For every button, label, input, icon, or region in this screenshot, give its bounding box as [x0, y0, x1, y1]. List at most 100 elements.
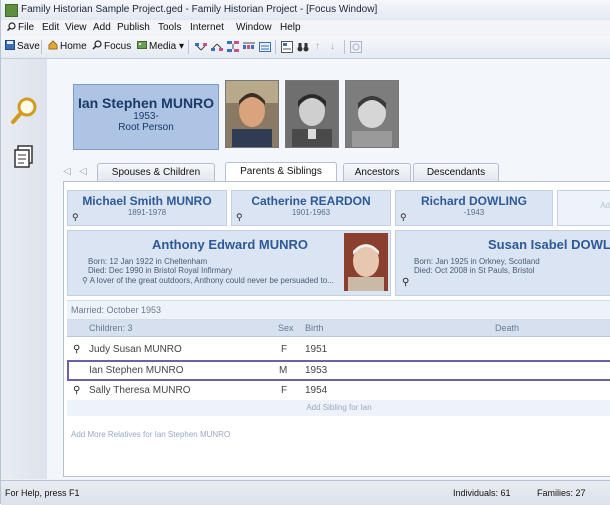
focus-button[interactable]: Focus [92, 36, 131, 58]
menu-help[interactable]: Help [280, 20, 301, 36]
magnifier-icon [11, 97, 37, 124]
table-row-selected[interactable]: Ian Stephen MUNRO M 1953 [67, 360, 610, 381]
magnifier-icon[interactable]: ⚲ [73, 381, 80, 401]
mother-box[interactable]: Susan Isabel DOWLIN Born: Jan 1925 in Or… [395, 230, 610, 296]
save-button[interactable]: Save [5, 36, 40, 58]
born-label: Born: [414, 257, 434, 266]
records-window-button[interactable] [9, 143, 41, 173]
root-person-photo[interactable] [225, 80, 279, 148]
father-photo[interactable] [344, 233, 388, 291]
born-label: Born: [88, 257, 108, 266]
died-value: Dec 1990 in Bristol Royal Infirmary [108, 266, 233, 275]
child-birth: 1954 [305, 385, 328, 396]
root-person-box[interactable]: Ian Stephen MUNRO 1953- Root Person [73, 84, 219, 150]
menu-edit[interactable]: Edit [42, 20, 59, 36]
status-help: For Help, press F1 [5, 488, 80, 498]
binoculars-icon[interactable] [297, 41, 309, 53]
home-button[interactable]: Home [48, 36, 87, 58]
marriage-row[interactable]: Married: October 1953 [67, 300, 610, 320]
menu-view[interactable]: View [65, 20, 87, 36]
father-died: Died: Dec 1990 in Bristol Royal Infirmar… [88, 266, 232, 275]
menu-publish[interactable]: Publish [117, 20, 150, 36]
toolbar: Save Home Focus Media ▾ ↑ ↓ [1, 36, 610, 59]
tab-parents-siblings[interactable]: Parents & Siblings [225, 162, 337, 182]
magnifier-icon[interactable]: ⚲ [402, 277, 409, 288]
media-button[interactable]: Media ▾ [137, 36, 184, 58]
add-grandparent-box[interactable]: Ad [557, 190, 610, 226]
save-icon [5, 40, 15, 50]
table-row[interactable]: ⚲ Judy Susan MUNRO F 1951 [67, 340, 610, 361]
home-label: Home [60, 41, 87, 52]
father-box[interactable]: Anthony Edward MUNRO Born: 12 Jan 1922 i… [67, 230, 391, 296]
chart-icon[interactable] [227, 41, 239, 53]
toolbar-separator [344, 40, 345, 54]
status-families: Families: 27 [537, 488, 586, 498]
grandparent-years: 1901-1963 [291, 208, 331, 217]
child-photo[interactable] [345, 80, 399, 148]
grandparent-years: 1891-1978 [127, 208, 167, 217]
back-arrow-icon[interactable]: ◁ [63, 166, 71, 177]
menu-add[interactable]: Add [93, 20, 111, 36]
grandparent-name: Michael Smith MUNRO [82, 194, 212, 208]
add-more-relatives-link[interactable]: Add More Relatives for Ian Stephen MUNRO [71, 430, 230, 439]
add-grandparent-label: Ad [600, 201, 610, 210]
magnifier-icon[interactable]: ⚲ [236, 212, 243, 223]
toolbar-separator [188, 40, 189, 54]
father-note: ⚲ A lover of the great outdoors, Anthony… [82, 276, 334, 285]
magnifier-icon[interactable]: ⚲ [72, 212, 79, 223]
grandparent-box[interactable]: Catherine REARDON 1901-1963 ⚲ [231, 190, 391, 226]
menu-tools[interactable]: Tools [158, 20, 181, 36]
up-arrow-icon[interactable]: ↑ [315, 36, 320, 58]
status-bar: For Help, press F1 Individuals: 61 Famil… [1, 480, 610, 505]
table-header: Children: 3 Sex Birth Death [67, 320, 610, 337]
menu-file[interactable]: File [18, 20, 34, 36]
child-sex: F [281, 344, 288, 355]
died-label: Died: [88, 266, 107, 275]
tab-descendants[interactable]: Descendants [413, 163, 499, 182]
app-window: Family Historian Sample Project.ged - Fa… [0, 0, 610, 505]
table-row[interactable]: ⚲ Sally Theresa MUNRO F 1954 [67, 381, 610, 402]
menu-window[interactable]: Window [236, 20, 272, 36]
grandparent-box[interactable]: Richard DOWLING -1943 ⚲ [395, 190, 553, 226]
tab-spouses-children[interactable]: Spouses & Children [97, 163, 215, 182]
child-photo[interactable] [285, 80, 339, 148]
grandparent-name: Richard DOWLING [420, 194, 527, 208]
records-icon[interactable] [259, 41, 271, 53]
chart-icon[interactable] [243, 41, 255, 53]
child-sex: F [281, 385, 288, 396]
magnifier-icon [92, 40, 102, 50]
toolbar-separator [41, 40, 42, 54]
father-name: Anthony Edward MUNRO [152, 237, 308, 252]
forward-arrow-icon[interactable]: ◁ [79, 166, 87, 177]
menu-internet[interactable]: Internet [190, 20, 224, 36]
mother-name: Susan Isabel DOWLIN [488, 237, 610, 252]
magnifier-icon[interactable]: ⚲ [73, 340, 80, 360]
note-text: A lover of the great outdoors, Anthony c… [89, 276, 334, 285]
magnifier-icon[interactable]: ⚲ [82, 276, 90, 285]
focus-label: Focus [104, 41, 132, 52]
mother-died: Died: Oct 2008 in St Pauls, Bristol [414, 266, 535, 275]
diagram-icon[interactable] [195, 41, 207, 53]
save-label: Save [17, 41, 40, 52]
media-label: Media [149, 41, 177, 52]
tab-ancestors[interactable]: Ancestors [343, 163, 411, 182]
mother-born: Born: Jan 1925 in Orkney, Scotland [414, 257, 540, 266]
help-icon[interactable] [350, 41, 362, 53]
grandparent-years: -1943 [463, 208, 485, 217]
born-value: 12 Jan 1922 in Cheltenham [109, 257, 208, 266]
records-icon [14, 145, 33, 168]
window-title: Family Historian Sample Project.ged - Fa… [21, 4, 378, 15]
view-sidebar [1, 59, 48, 479]
menu-file-icon [7, 20, 16, 36]
add-sibling-row[interactable]: Add Sibling for Ian [67, 400, 610, 416]
focus-window-button[interactable] [9, 95, 41, 125]
diagram-icon[interactable] [211, 41, 223, 53]
root-person-name: Ian Stephen MUNRO [77, 95, 215, 111]
down-arrow-icon[interactable]: ↓ [330, 36, 335, 58]
column-children: Children: 3 [89, 323, 133, 333]
grandparent-box[interactable]: Michael Smith MUNRO 1891-1978 ⚲ [67, 190, 227, 226]
magnifier-icon[interactable]: ⚲ [400, 212, 407, 223]
column-birth: Birth [305, 323, 324, 333]
property-box-icon[interactable] [281, 41, 293, 53]
app-icon [5, 4, 18, 17]
